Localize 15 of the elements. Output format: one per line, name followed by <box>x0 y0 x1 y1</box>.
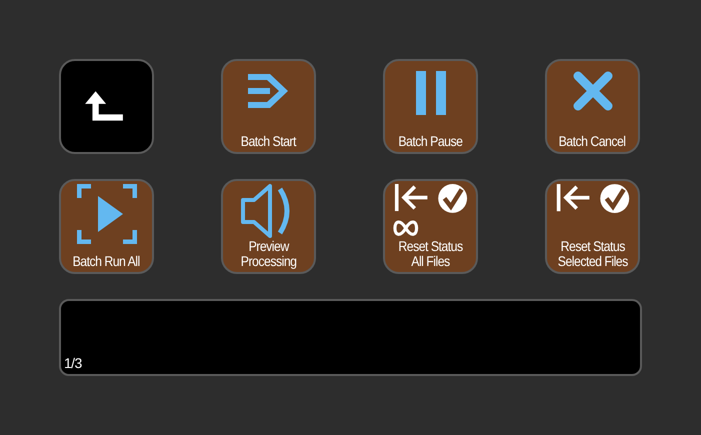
preview-button[interactable]: Preview Processing <box>221 179 316 274</box>
batch-start-button[interactable]: Batch Start <box>221 59 316 154</box>
batch-cancel-button[interactable]: Batch Cancel <box>545 59 640 154</box>
return-arrow-icon <box>82 90 124 122</box>
close-icon <box>572 71 612 111</box>
pause-icon <box>414 71 448 115</box>
reset-infinity-check-icon <box>392 184 468 239</box>
page-indicator: 1/3 <box>64 355 82 371</box>
reset-check-icon <box>554 184 630 214</box>
batch-pause-button[interactable]: Batch Pause <box>383 59 478 154</box>
back-button[interactable] <box>59 59 154 154</box>
reset-selected-button[interactable]: Reset Status Selected Files <box>545 179 640 274</box>
batch-run-all-button[interactable]: Batch Run All <box>59 179 154 274</box>
play-frame-icon <box>76 184 136 244</box>
reset-all-button[interactable]: Reset Status All Files <box>383 179 478 274</box>
